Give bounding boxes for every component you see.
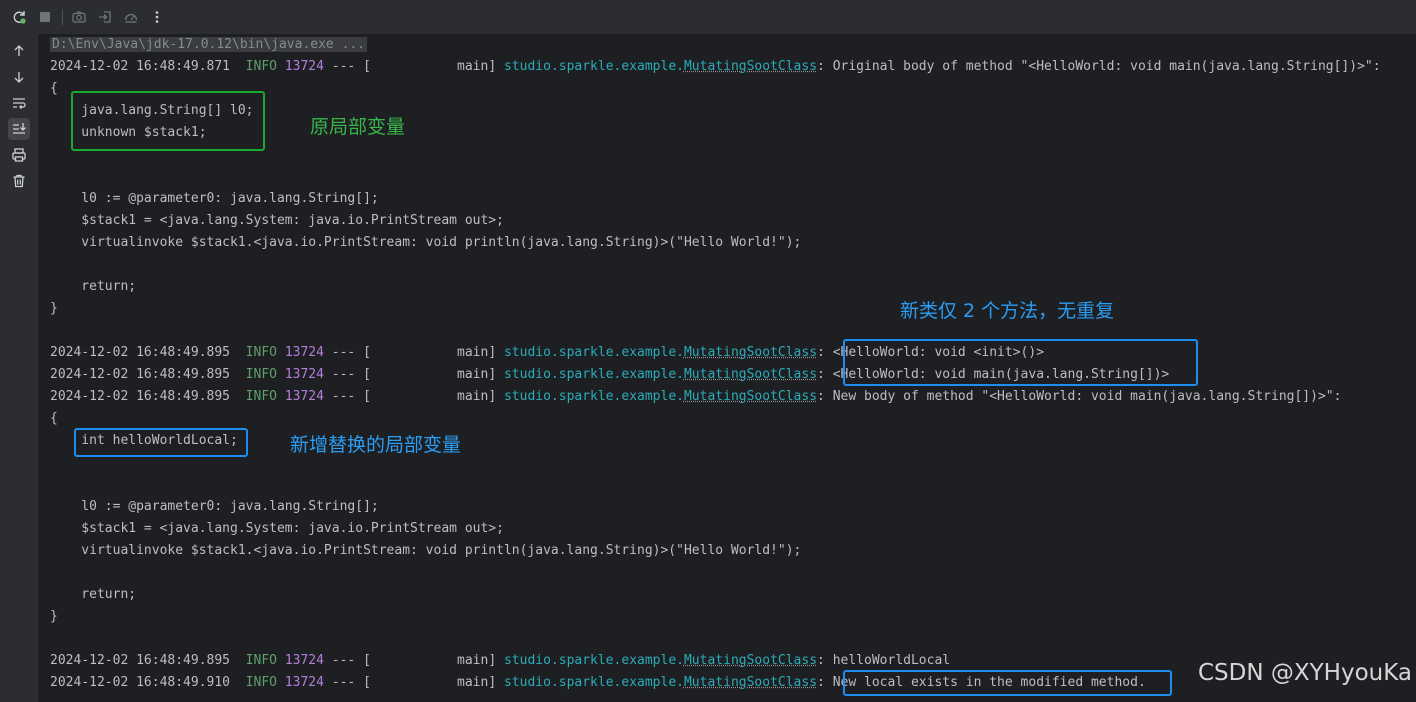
log-thread: --- [ main] (323, 59, 504, 74)
log-thread: --- [ main] (323, 653, 504, 668)
log-thread: --- [ main] (323, 389, 504, 404)
log-pid: 13724 (284, 59, 324, 74)
command-line: D:\Env\Java\jdk-17.0.12\bin\java.exe ... (50, 34, 368, 56)
log-level: INFO (245, 675, 277, 690)
log-pid: 13724 (284, 345, 324, 360)
code-line: } (50, 301, 58, 316)
log-timestamp: 2024-12-02 16:48:49.910 (50, 675, 231, 690)
stop-icon[interactable] (34, 6, 56, 28)
log-timestamp: 2024-12-02 16:48:49.895 (50, 653, 231, 668)
code-line: $stack1 = <java.lang.System: java.io.Pri… (50, 213, 504, 228)
methods-highlight (843, 339, 1198, 386)
original-locals-annotation: 原局部变量 (310, 116, 406, 138)
log-timestamp: 2024-12-02 16:48:49.895 (50, 367, 231, 382)
log-line: 2024-12-02 16:48:49.871 INFO 13724 --- [… (50, 56, 1381, 78)
code-line: $stack1 = <java.lang.System: java.io.Pri… (50, 521, 504, 536)
log-pid: 13724 (284, 367, 324, 382)
log-logger[interactable]: studio.sparkle.example.MutatingSootClass (504, 367, 817, 382)
log-level: INFO (245, 59, 277, 74)
log-pid: 13724 (284, 675, 324, 690)
console-output[interactable]: D:\Env\Java\jdk-17.0.12\bin\java.exe ...… (38, 34, 1416, 702)
code-line: l0 := @parameter0: java.lang.String[]; (50, 499, 379, 514)
two-methods-annotation: 新类仅 2 个方法，无重复 (900, 300, 1115, 322)
new-local-highlight (74, 428, 248, 457)
log-level: INFO (245, 653, 277, 668)
code-line: { (50, 81, 58, 96)
camera-icon[interactable] (68, 6, 90, 28)
log-line: 2024-12-02 16:48:49.895 INFO 13724 --- [… (50, 650, 950, 672)
trash-icon[interactable] (8, 170, 30, 192)
scroll-to-end-icon[interactable] (8, 118, 30, 140)
watermark: CSDN @XYHyouKa (1197, 660, 1412, 686)
code-line: return; (50, 279, 137, 294)
log-message: : helloWorldLocal (817, 653, 951, 668)
log-timestamp: 2024-12-02 16:48:49.895 (50, 389, 231, 404)
code-line: } (50, 609, 58, 624)
code-line: virtualinvoke $stack1.<java.io.PrintStre… (50, 235, 802, 250)
arrow-down-icon[interactable] (8, 66, 30, 88)
console-sidebar (0, 34, 38, 702)
log-logger[interactable]: studio.sparkle.example.MutatingSootClass (504, 653, 817, 668)
log-pid: 13724 (284, 389, 324, 404)
log-timestamp: 2024-12-02 16:48:49.871 (50, 59, 231, 74)
arrow-up-icon[interactable] (8, 40, 30, 62)
new-local-annotation: 新增替换的局部变量 (290, 434, 462, 456)
log-logger[interactable]: studio.sparkle.example.MutatingSootClass (504, 389, 817, 404)
console-toolbar (0, 0, 1416, 35)
log-line: 2024-12-02 16:48:49.895 INFO 13724 --- [… (50, 386, 1341, 408)
log-level: INFO (245, 389, 277, 404)
log-message: : Original body of method "<HelloWorld: … (817, 59, 1381, 74)
toolbar-separator (62, 9, 63, 25)
log-message: : New body of method "<HelloWorld: void … (817, 389, 1342, 404)
original-locals-highlight (71, 91, 265, 151)
log-timestamp: 2024-12-02 16:48:49.895 (50, 345, 231, 360)
log-pid: 13724 (284, 653, 324, 668)
log-logger[interactable]: studio.sparkle.example.MutatingSootClass (504, 675, 817, 690)
rerun-icon[interactable] (8, 6, 30, 28)
more-vertical-icon[interactable] (146, 6, 168, 28)
log-logger[interactable]: studio.sparkle.example.MutatingSootClass (504, 59, 817, 74)
print-icon[interactable] (8, 144, 30, 166)
log-thread: --- [ main] (323, 367, 504, 382)
code-line: return; (50, 587, 137, 602)
log-level: INFO (245, 367, 277, 382)
log-logger[interactable]: studio.sparkle.example.MutatingSootClass (504, 345, 817, 360)
login-icon[interactable] (94, 6, 116, 28)
log-thread: --- [ main] (323, 345, 504, 360)
log-level: INFO (245, 345, 277, 360)
new-local-exists-highlight (843, 670, 1172, 696)
log-thread: --- [ main] (323, 675, 504, 690)
code-line: l0 := @parameter0: java.lang.String[]; (50, 191, 379, 206)
code-line: { (50, 411, 58, 426)
soft-wrap-icon[interactable] (8, 92, 30, 114)
java-command: D:\Env\Java\jdk-17.0.12\bin\java.exe ... (50, 37, 368, 52)
gauge-icon[interactable] (120, 6, 142, 28)
code-line: virtualinvoke $stack1.<java.io.PrintStre… (50, 543, 802, 558)
